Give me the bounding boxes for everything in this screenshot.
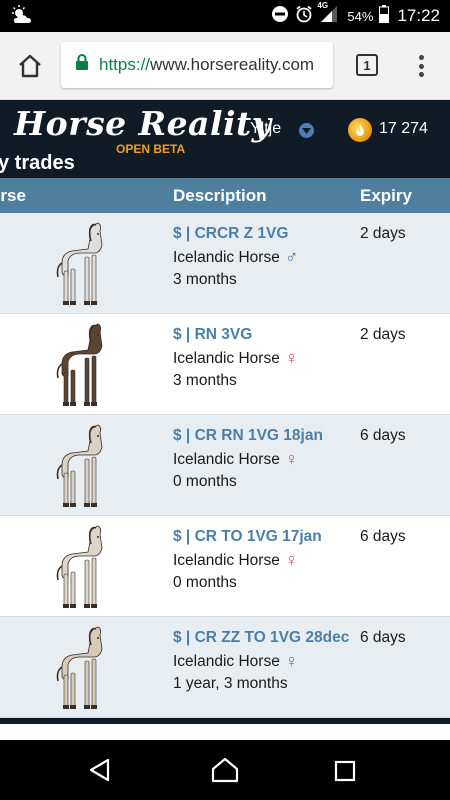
recent-apps-icon[interactable] (334, 760, 356, 787)
female-icon: ♀ (284, 448, 299, 469)
horse-breed: Icelandic Horse (173, 450, 280, 468)
horse-breed: Icelandic Horse (173, 349, 280, 367)
browser-toolbar: https://www.horsereality.com 1 (0, 32, 450, 100)
horse-image[interactable] (50, 221, 110, 307)
trades-table: $ | CRCR Z 1VG Icelandic Horse ♂ 3 months… (0, 213, 450, 718)
horse-image[interactable] (50, 423, 110, 509)
coin-icon (348, 118, 372, 142)
address-bar[interactable]: https://www.horsereality.com (61, 42, 333, 88)
table-row[interactable]: $ | CR ZZ TO 1VG 28dec Icelandic Horse ♀ … (0, 617, 450, 718)
table-row[interactable]: $ | CR RN 1VG 18jan Icelandic Horse ♀ 0 m… (0, 415, 450, 516)
chevron-down-icon[interactable] (299, 123, 314, 138)
horse-image[interactable] (50, 524, 110, 610)
horse-name-link[interactable]: $ | CR RN 1VG 18jan (173, 425, 323, 448)
home-nav-icon[interactable] (211, 757, 239, 788)
expiry: 6 days (360, 427, 406, 444)
network-type: 4G (317, 1, 329, 10)
logo-text: Horse Reality (14, 104, 272, 143)
table-row[interactable]: $ | RN 3VG Icelandic Horse ♀ 3 months 2 d… (0, 314, 450, 415)
column-header-horse: orse (0, 186, 26, 205)
horse-age: 3 months (173, 271, 237, 288)
column-header-description: Description (173, 186, 267, 205)
horse-breed: Icelandic Horse (173, 551, 280, 569)
table-row[interactable]: $ | CR TO 1VG 17jan Icelandic Horse ♀ 0 m… (0, 516, 450, 617)
battery-icon (379, 5, 390, 27)
female-icon: ♀ (284, 347, 299, 368)
female-icon: ♀ (284, 549, 299, 570)
site-header: Horse Reality OPEN BETA Yltje 17 274 y t… (0, 100, 450, 178)
table-header: orse Description Expiry (0, 178, 450, 213)
female-icon: ♀ (284, 650, 299, 671)
alarm-icon (295, 5, 313, 27)
url-scheme: https:// (99, 55, 151, 74)
horse-age: 0 months (173, 473, 237, 490)
battery-percent: 54% (347, 8, 374, 24)
expiry: 2 days (360, 326, 406, 343)
horse-name-link[interactable]: $ | CR TO 1VG 17jan (173, 526, 322, 549)
signal-icon: 4G (317, 1, 341, 27)
coin-balance: 17 274 (379, 120, 428, 137)
site-logo[interactable]: Horse Reality OPEN BETA (14, 104, 272, 156)
back-icon[interactable] (88, 758, 112, 787)
male-icon: ♂ (284, 246, 299, 267)
open-beta-badge: OPEN BETA (116, 142, 186, 156)
column-header-expiry: Expiry (360, 186, 412, 205)
page-title: y trades (0, 152, 75, 174)
horse-age: 3 months (173, 372, 237, 389)
expiry: 6 days (360, 528, 406, 545)
overflow-menu-icon[interactable] (414, 52, 428, 80)
horse-image[interactable] (50, 322, 110, 408)
tab-switcher-button[interactable]: 1 (356, 54, 378, 76)
expiry: 2 days (360, 225, 406, 242)
username[interactable]: Yltje (250, 120, 281, 138)
status-bar: 4G 54% 17:22 (0, 0, 450, 32)
navigation-bar (0, 740, 450, 800)
horse-age: 1 year, 3 months (173, 675, 288, 692)
table-row[interactable]: $ | CRCR Z 1VG Icelandic Horse ♂ 3 months… (0, 213, 450, 314)
horse-age: 0 months (173, 574, 237, 591)
horse-breed: Icelandic Horse (173, 652, 280, 670)
lock-icon (75, 54, 89, 76)
home-icon[interactable] (16, 52, 44, 80)
horse-image[interactable] (50, 625, 110, 711)
page-bottom (0, 724, 450, 740)
horse-breed: Icelandic Horse (173, 248, 280, 266)
do-not-disturb-icon (271, 5, 289, 27)
expiry: 6 days (360, 629, 406, 646)
horse-name-link[interactable]: $ | CRCR Z 1VG (173, 223, 298, 246)
horse-name-link[interactable]: $ | CR ZZ TO 1VG 28dec (173, 627, 349, 650)
weather-icon (10, 5, 34, 32)
url-text: www.horsereality.com (150, 55, 315, 74)
clock: 17:22 (397, 6, 440, 25)
horse-name-link[interactable]: $ | RN 3VG (173, 324, 298, 347)
